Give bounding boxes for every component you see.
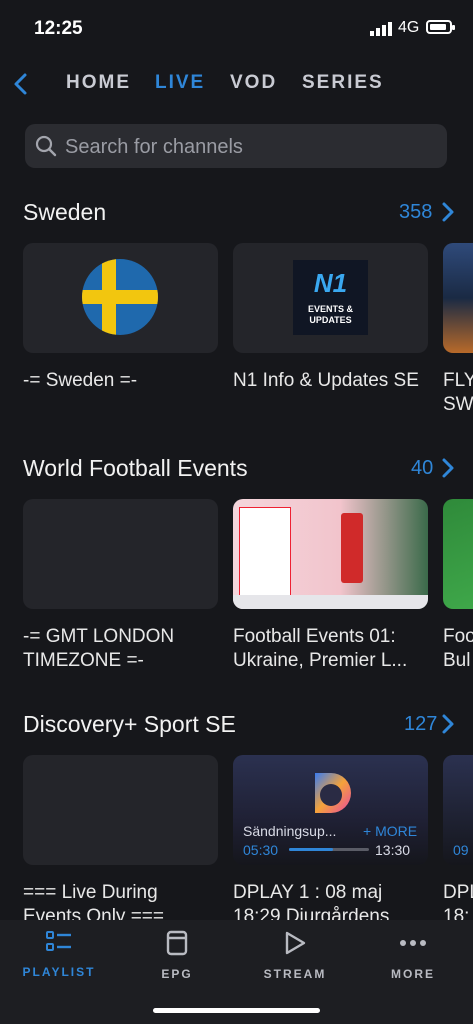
channel-label: FLY SW [443,370,473,415]
tab-label: STREAM [263,967,327,981]
channel-card-live-during-events[interactable] [23,755,218,865]
top-navigation: HOME LIVE VOD SERIES [0,62,473,106]
tab-playlist[interactable]: PLAYLIST [9,930,109,979]
tab-label: EPG [161,967,193,981]
tab-live[interactable]: LIVE [155,72,205,94]
channel-card-dplay-partial[interactable]: 09 [443,755,473,865]
channel-card-fly[interactable] [443,243,473,353]
channel-label: Foo Bul [443,626,473,671]
tab-stream[interactable]: STREAM [245,930,345,981]
search-bar[interactable] [25,124,447,170]
search-input[interactable] [63,124,437,170]
channel-card-gmt-london[interactable] [23,499,218,609]
channel-label: -= GMT LONDON TIMEZONE =- [23,626,175,671]
channel-label: Football Events 01: Ukraine, Premier L..… [233,626,408,671]
playlist-icon [46,931,71,951]
chevron-right-icon[interactable] [440,457,456,479]
tab-label: MORE [391,967,435,981]
program-progress-fill [289,848,333,851]
section-title-world-football: World Football Events [23,455,248,481]
program-end-time: 13:30 [375,842,411,858]
section-count-discovery[interactable]: 127 [404,713,437,736]
program-progress-track [289,848,369,851]
status-time: 12:25 [34,18,83,39]
section-title-discovery: Discovery+ Sport SE [23,711,236,737]
channel-card-dplay-1[interactable]: Sändningsup... + MORE 05:30 13:30 [233,755,428,865]
section-count-world-football[interactable]: 40 [411,457,433,480]
n1-logo: N1 EVENTS & UPDATES [293,260,368,335]
play-icon [285,931,306,955]
tab-more[interactable]: MORE [363,930,463,981]
chevron-right-icon[interactable] [440,201,456,223]
channel-label: N1 Info & Updates SE [233,370,419,391]
channel-card-sweden[interactable] [23,243,218,353]
more-dots-icon [400,940,426,946]
search-icon [35,135,57,157]
sweden-flag-icon [82,259,158,335]
n1-logo-title: N1 [313,268,348,298]
shopping-price-panel [239,507,291,601]
channel-card-football-events-01[interactable] [233,499,428,609]
discovery-logo-icon [315,773,351,813]
epg-icon [166,930,188,956]
battery-icon [426,20,455,34]
program-title: Sändningsup... [243,823,337,839]
signal-icon [370,22,392,36]
channel-card-n1[interactable]: N1 EVENTS & UPDATES [233,243,428,353]
n1-logo-subtitle: EVENTS & UPDATES [307,304,353,325]
home-indicator[interactable] [153,1008,320,1013]
more-link[interactable]: + MORE [363,823,417,839]
tab-epg[interactable]: EPG [127,930,227,981]
network-label: 4G [398,19,420,36]
chevron-right-icon[interactable] [440,713,456,735]
channel-label: -= Sweden =- [23,370,138,391]
section-count-sweden[interactable]: 358 [399,201,432,224]
status-bar: 12:25 4G [0,0,473,58]
back-chevron-icon[interactable] [8,70,36,98]
ticker-bar [233,595,428,609]
product-bottle-image [341,513,363,583]
channel-card-football-partial[interactable] [443,499,473,609]
section-title-sweden: Sweden [23,199,107,225]
tab-label: PLAYLIST [22,965,96,979]
program-start-time: 05:30 [243,842,279,858]
program-start-time: 09 [453,842,469,858]
tab-series[interactable]: SERIES [302,72,384,94]
tab-home[interactable]: HOME [66,72,131,94]
tab-vod[interactable]: VOD [230,72,277,94]
